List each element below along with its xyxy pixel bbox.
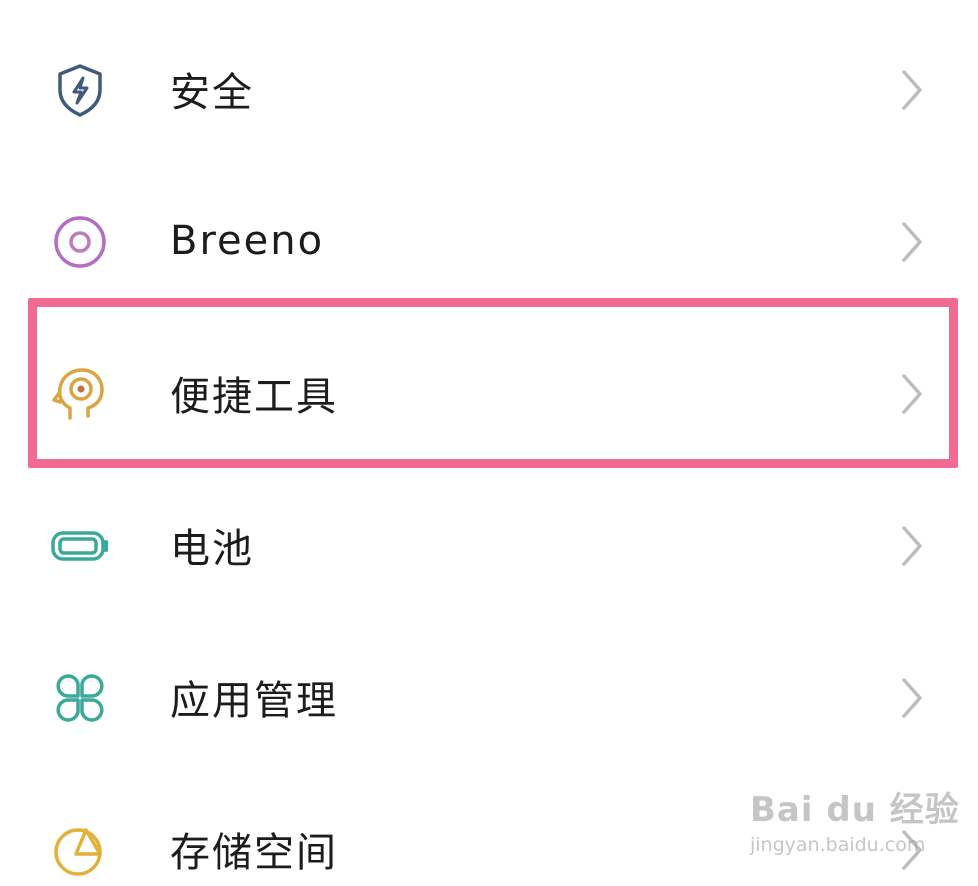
storage-pie-icon <box>48 818 112 882</box>
settings-item-label: 存储空间 <box>170 829 338 876</box>
chevron-right-icon <box>892 218 932 266</box>
settings-item-app-management[interactable]: 应用管理 <box>0 622 978 774</box>
head-target-icon <box>48 362 112 426</box>
watermark-logo-text: Bai du 经验 <box>750 790 960 830</box>
settings-item-convenience-tools[interactable]: 便捷工具 <box>0 318 978 470</box>
settings-item-label: 电池 <box>170 525 254 572</box>
settings-item-security[interactable]: 安全 <box>0 14 978 166</box>
chevron-right-icon <box>892 370 932 418</box>
settings-item-label: 安全 <box>170 69 254 116</box>
settings-item-battery[interactable]: 电池 <box>0 470 978 622</box>
watermark-url: jingyan.baidu.com <box>750 834 926 856</box>
chevron-right-icon <box>892 66 932 114</box>
apps-grid-icon <box>48 666 112 730</box>
shield-bolt-icon <box>48 58 112 122</box>
watermark: Bai du 经验 jingyan.baidu.com <box>750 782 959 872</box>
battery-icon <box>48 514 112 578</box>
breeno-ring-icon <box>48 210 112 274</box>
chevron-right-icon <box>892 522 932 570</box>
settings-item-breeno[interactable]: Breeno <box>0 166 978 318</box>
settings-item-label: Breeno <box>170 218 325 265</box>
settings-item-label: 便捷工具 <box>170 373 338 420</box>
settings-item-label: 应用管理 <box>170 677 338 724</box>
settings-list: 安全 Breeno 便捷工具 电池 应用管理 存储空间 <box>0 0 978 886</box>
chevron-right-icon <box>892 674 932 722</box>
